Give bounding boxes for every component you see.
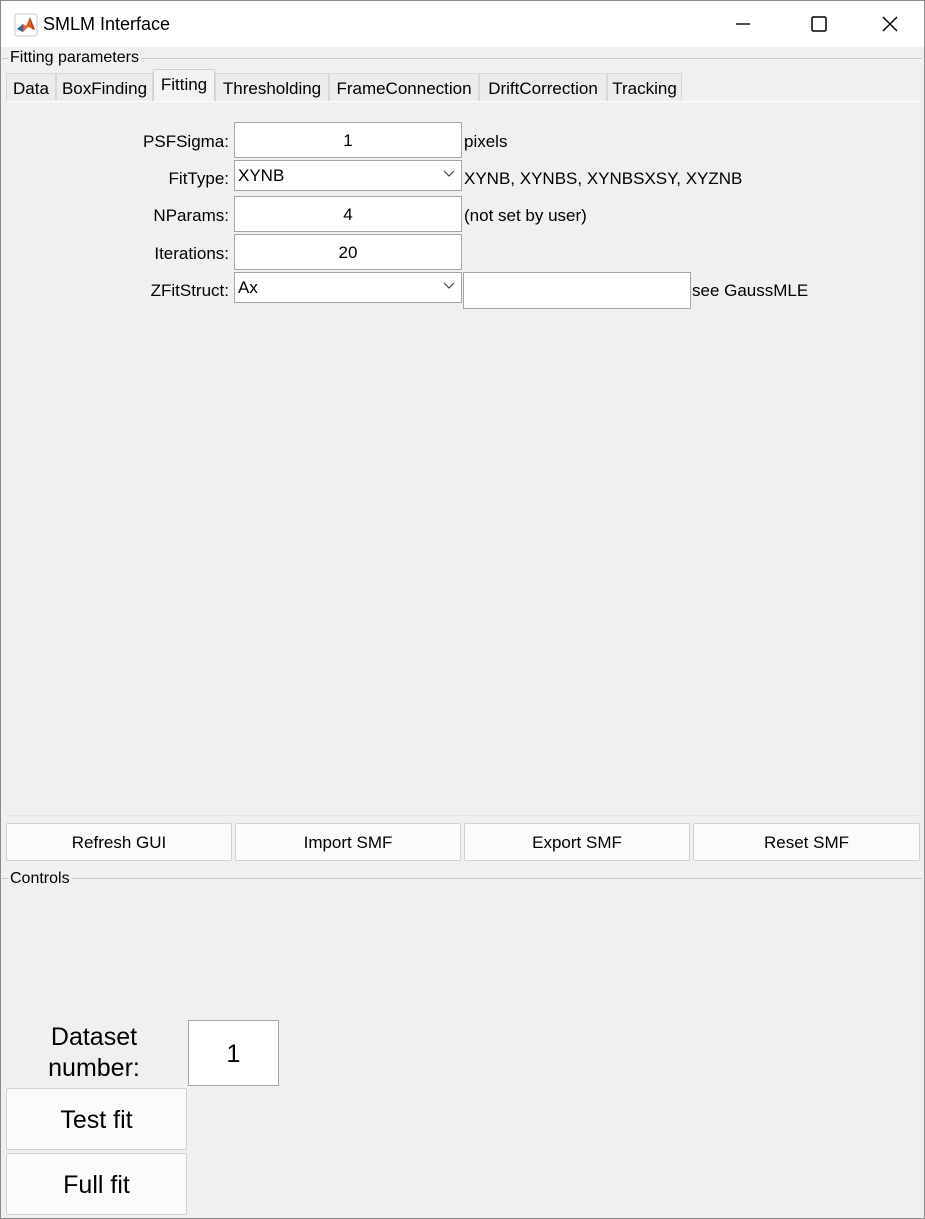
- tab-driftcorrection[interactable]: DriftCorrection: [479, 73, 607, 101]
- controls-group-label: Controls: [8, 870, 72, 888]
- nparams-hint: (not set by user): [464, 206, 587, 225]
- title-bar[interactable]: SMLM Interface: [1, 1, 924, 47]
- nparams-field[interactable]: 4: [234, 196, 462, 232]
- psfsigma-field[interactable]: 1: [234, 122, 462, 158]
- zfitstruct-label: ZFitStruct:: [150, 281, 229, 300]
- tab-boxfinding[interactable]: BoxFinding: [56, 73, 153, 101]
- chevron-down-icon: [443, 170, 455, 177]
- maximize-icon: [811, 16, 827, 32]
- export-smf-button[interactable]: Export SMF: [464, 823, 690, 861]
- fittype-dropdown[interactable]: XYNB: [234, 160, 462, 191]
- controls-group-border: [2, 878, 922, 879]
- window-title: SMLM Interface: [43, 14, 171, 34]
- fittype-label: FitType:: [168, 169, 229, 188]
- minimize-icon: [736, 23, 750, 25]
- dataset-label-line1: Dataset: [50, 1023, 138, 1051]
- full-fit-button[interactable]: Full fit: [6, 1153, 187, 1215]
- smlm-window: SMLM Interface Fitting parameters Data B…: [0, 0, 925, 1219]
- nparams-label: NParams:: [153, 206, 229, 225]
- maximize-button[interactable]: [787, 1, 851, 47]
- dataset-label-line2: number:: [48, 1054, 140, 1082]
- close-icon: [882, 16, 898, 32]
- fittype-value: XYNB: [238, 166, 285, 185]
- zfitstruct-hint: see GaussMLE: [692, 281, 809, 300]
- import-smf-button[interactable]: Import SMF: [235, 823, 461, 861]
- minimize-button[interactable]: [711, 1, 775, 47]
- matlab-icon: [14, 13, 38, 37]
- dataset-number-label: Dataset number:: [41, 1022, 147, 1084]
- refresh-gui-button[interactable]: Refresh GUI: [6, 823, 232, 861]
- chevron-down-icon: [443, 282, 455, 289]
- fitting-group-label: Fitting parameters: [8, 49, 141, 67]
- tab-thresholding[interactable]: Thresholding: [215, 73, 329, 101]
- dataset-number-field[interactable]: 1: [188, 1020, 279, 1086]
- tab-data[interactable]: Data: [6, 73, 56, 101]
- tab-tracking[interactable]: Tracking: [607, 73, 682, 101]
- test-fit-button[interactable]: Test fit: [6, 1088, 187, 1150]
- zfitstruct-value: Ax: [238, 278, 258, 297]
- reset-smf-button[interactable]: Reset SMF: [693, 823, 920, 861]
- close-button[interactable]: [858, 1, 922, 47]
- psfsigma-label: PSFSigma:: [143, 132, 229, 151]
- tab-fitting[interactable]: Fitting: [153, 69, 215, 101]
- fittype-hint: XYNB, XYNBS, XYNBSXSY, XYZNB: [464, 169, 743, 188]
- tab-frameconnection[interactable]: FrameConnection: [329, 73, 479, 101]
- psfsigma-hint: pixels: [464, 132, 508, 151]
- zfitstruct-dropdown[interactable]: Ax: [234, 272, 462, 303]
- iterations-label: Iterations:: [154, 244, 229, 263]
- zfitstruct-extra-field[interactable]: [463, 272, 691, 309]
- iterations-field[interactable]: 20: [234, 234, 462, 270]
